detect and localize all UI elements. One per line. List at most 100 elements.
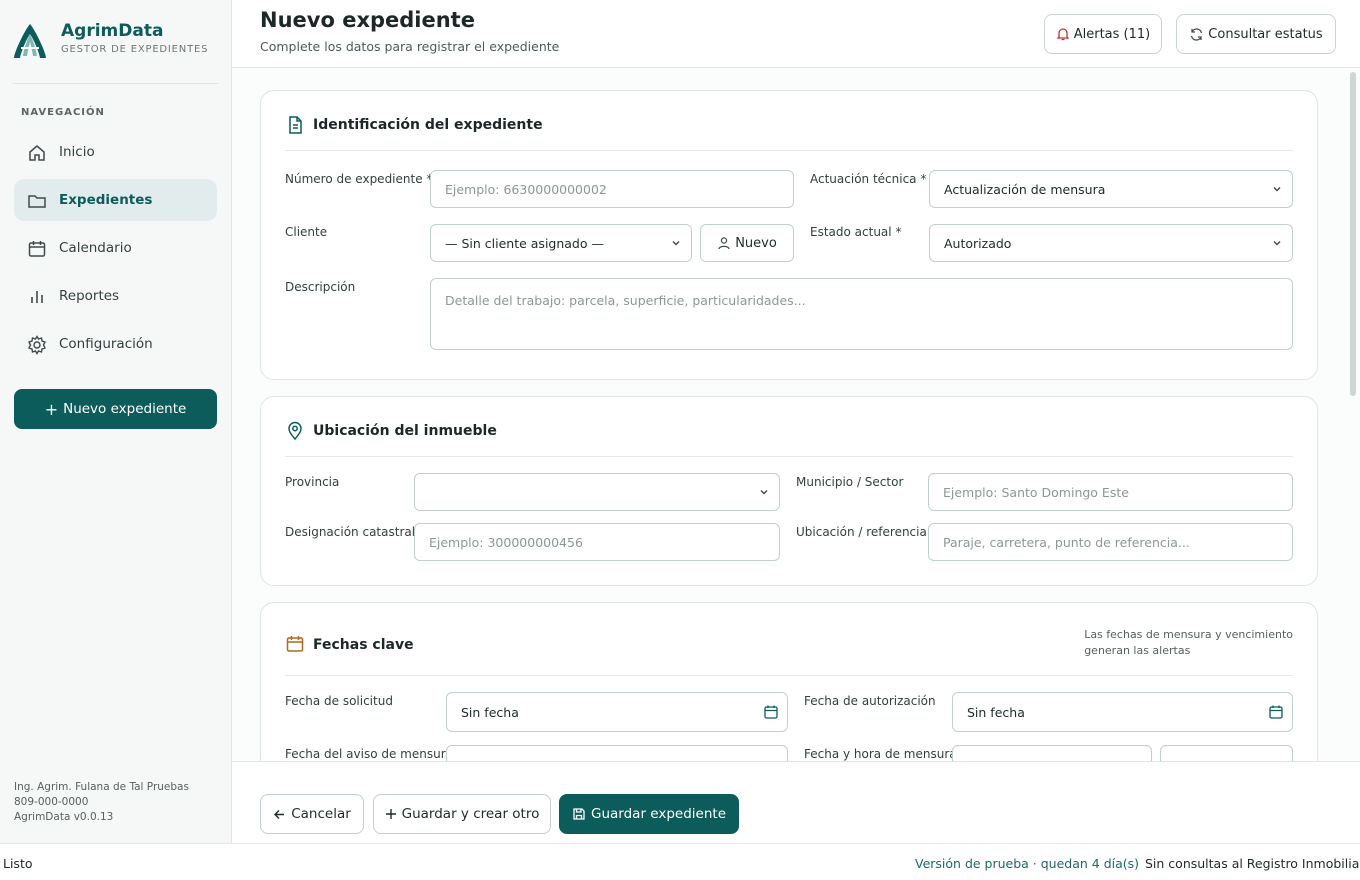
sidebar-item-label: Expedientes — [59, 192, 153, 208]
save-button[interactable]: Guardar expediente — [559, 794, 739, 834]
save-label: Guardar expediente — [591, 806, 726, 822]
refresh-icon — [1191, 27, 1203, 41]
estado-actual-value: Autorizado — [944, 235, 1012, 251]
nav-heading: NAVEGACIÓN — [21, 107, 105, 118]
user-phone: 809-000-0000 — [14, 796, 89, 808]
sidebar-item-label: Reportes — [59, 288, 120, 304]
page-subtitle: Complete los datos para registrar el exp… — [260, 39, 560, 54]
app-version: AgrimData v0.0.13 — [14, 811, 114, 823]
gear-icon — [28, 335, 46, 355]
consultar-estatus-button[interactable]: Consultar estatus — [1176, 14, 1336, 54]
chevron-down-icon — [760, 490, 768, 495]
page-header: Nuevo expediente Complete los datos para… — [232, 0, 1360, 68]
card-title: Identificación del expediente — [313, 117, 543, 133]
folder-icon — [28, 195, 46, 208]
bar-chart-icon — [31, 291, 43, 303]
form-actions: Cancelar Guardar y crear otro Guardar ex… — [232, 761, 1360, 843]
bell-icon — [1056, 28, 1070, 41]
save-icon — [573, 808, 585, 820]
nuevo-cliente-button[interactable]: Nuevo — [700, 224, 794, 262]
consultar-estatus-label: Consultar estatus — [1208, 26, 1323, 42]
sidebar-item-configuracion[interactable]: Configuración — [14, 323, 217, 365]
card-header: Fechas clave Las fechas de mensura y ven… — [285, 615, 1293, 676]
cancel-label: Cancelar — [291, 806, 351, 822]
chevron-down-icon — [1273, 187, 1281, 192]
form-scroll-area[interactable]: Identificación del expediente Número de … — [232, 68, 1360, 761]
numero-expediente-label: Número de expediente * — [285, 172, 433, 186]
brand-subtitle: GESTOR DE EXPEDIENTES — [61, 44, 209, 55]
calendar-icon[interactable] — [763, 704, 779, 720]
status-bar: Listo Versión de prueba · quedan 4 día(s… — [0, 843, 1360, 880]
actuacion-tecnica-select[interactable]: Actualización de mensura — [929, 170, 1293, 208]
estado-actual-select[interactable]: Autorizado — [929, 224, 1293, 262]
cancel-button[interactable]: Cancelar — [260, 794, 364, 834]
new-expediente-button[interactable]: + Nuevo expediente — [14, 389, 217, 429]
plus-icon: + — [44, 399, 59, 419]
nuevo-cliente-label: Nuevo — [735, 235, 777, 251]
page-title: Nuevo expediente — [260, 8, 475, 32]
calendar-icon[interactable] — [1268, 704, 1284, 720]
fechas-note-line: generan las alertas — [1084, 644, 1191, 657]
plus-icon — [385, 809, 396, 819]
card-title: Ubicación del inmueble — [313, 423, 497, 439]
status-text: Listo — [3, 856, 33, 871]
ubicacion-card: Ubicación del inmueble Provincia Municip… — [260, 396, 1318, 586]
alerts-button[interactable]: Alertas (11) — [1044, 14, 1162, 54]
trial-status: Versión de prueba · quedan 4 día(s) — [915, 856, 1140, 871]
descripcion-textarea[interactable]: Detalle del trabajo: parcela, superficie… — [430, 278, 1293, 350]
save-and-new-label: Guardar y crear otro — [401, 806, 540, 822]
brand: AgrimData GESTOR DE EXPEDIENTES — [12, 18, 218, 84]
brand-name: AgrimData — [61, 21, 164, 41]
fecha-solicitud-input[interactable]: Sin fecha — [446, 692, 788, 732]
estado-actual-label: Estado actual * — [810, 225, 902, 239]
actuacion-tecnica-label: Actuación técnica * — [810, 172, 927, 186]
designacion-catastral-input[interactable]: Ejemplo: 300000000456 — [414, 523, 780, 561]
arrow-left-icon — [274, 809, 285, 819]
user-icon — [718, 237, 730, 250]
descripcion-label: Descripción — [285, 280, 356, 294]
provincia-label: Provincia — [285, 475, 340, 489]
municipio-input[interactable]: Ejemplo: Santo Domingo Este — [928, 473, 1293, 511]
agrimdata-logo-icon — [14, 24, 46, 58]
actuacion-tecnica-value: Actualización de mensura — [944, 181, 1106, 197]
sidebar-item-reportes[interactable]: Reportes — [14, 275, 217, 317]
fecha-autorizacion-value: Sin fecha — [967, 704, 1025, 720]
fechas-note-line: Las fechas de mensura y vencimiento — [1084, 628, 1293, 641]
card-header: Ubicación del inmueble — [285, 397, 1293, 457]
user-name: Ing. Agrim. Fulana de Tal Pruebas — [14, 781, 189, 793]
cliente-select[interactable]: — Sin cliente asignado — — [430, 224, 692, 262]
sidebar-item-label: Inicio — [59, 144, 95, 160]
scrollbar-thumb[interactable] — [1350, 72, 1356, 396]
identificacion-card: Identificación del expediente Número de … — [260, 90, 1318, 380]
sidebar-item-expedientes[interactable]: Expedientes — [14, 179, 217, 221]
home-icon — [29, 145, 45, 161]
card-title: Fechas clave — [313, 637, 414, 653]
app-window: AgrimData GESTOR DE EXPEDIENTES NAVEGACI… — [0, 0, 1360, 843]
provincia-select[interactable] — [414, 473, 780, 511]
alerts-label: Alertas (11) — [1073, 26, 1151, 42]
card-header: Identificación del expediente — [285, 91, 1293, 151]
fecha-autorizacion-input[interactable]: Sin fecha — [952, 692, 1293, 732]
calendar-icon — [286, 636, 304, 652]
sidebar-item-inicio[interactable]: Inicio — [14, 131, 217, 173]
sidebar-item-calendario[interactable]: Calendario — [14, 227, 217, 269]
cliente-label: Cliente — [285, 225, 328, 239]
fecha-solicitud-label: Fecha de solicitud — [285, 694, 393, 708]
municipio-label: Municipio / Sector — [796, 475, 904, 489]
sidebar-item-label: Calendario — [59, 240, 132, 256]
fecha-aviso-input[interactable] — [446, 745, 788, 761]
chevron-down-icon — [672, 241, 680, 246]
fecha-mensura-input[interactable] — [952, 745, 1152, 761]
fecha-aviso-label: Fecha del aviso de mensura — [285, 747, 453, 761]
document-icon — [289, 116, 302, 134]
save-and-new-button[interactable]: Guardar y crear otro — [373, 794, 551, 834]
cliente-value: — Sin cliente asignado — — [445, 235, 604, 251]
user-info: Ing. Agrim. Fulana de Tal Pruebas 809-00… — [14, 780, 189, 825]
sidebar: AgrimData GESTOR DE EXPEDIENTES NAVEGACI… — [0, 0, 232, 843]
ubicacion-referencia-label: Ubicación / referencia — [796, 525, 927, 539]
ubicacion-referencia-input[interactable]: Paraje, carretera, punto de referencia..… — [928, 523, 1293, 561]
numero-expediente-input[interactable]: Ejemplo: 6630000000002 — [430, 170, 794, 208]
registry-status: Sin consultas al Registro Inmobiliario — [1145, 856, 1360, 871]
hora-mensura-input[interactable] — [1160, 745, 1293, 761]
designacion-catastral-label: Designación catastral — [285, 525, 416, 539]
